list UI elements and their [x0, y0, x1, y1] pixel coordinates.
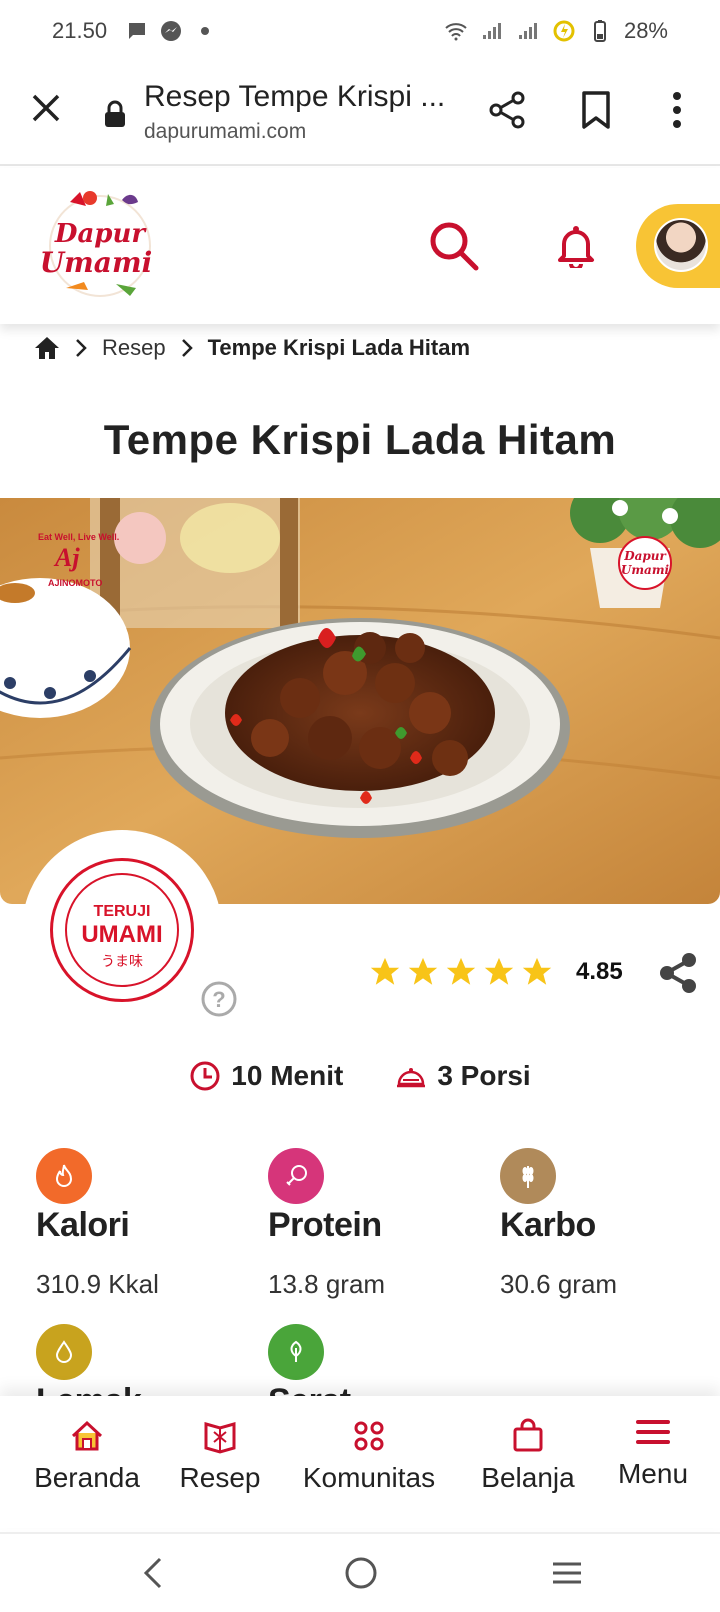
nav-label: Komunitas [302, 1462, 436, 1493]
system-navigation-bar [0, 1532, 720, 1612]
nav-label: Menu [617, 1458, 689, 1489]
chevron-right-icon [76, 339, 87, 357]
badge-top-text: TERUJI [93, 903, 151, 920]
star-rating[interactable] [368, 955, 554, 989]
home-circle-icon[interactable] [344, 1556, 378, 1590]
portions-text: 3 Porsi [437, 1060, 531, 1091]
back-icon[interactable] [140, 1556, 168, 1590]
breadcrumb: Resep Tempe Krispi Lada Hitam [34, 330, 470, 366]
more-vert-icon[interactable] [670, 90, 684, 130]
home-icon[interactable] [34, 336, 60, 360]
messenger-icon [161, 21, 182, 41]
avatar [654, 218, 708, 272]
status-bar: 21.50 28% [0, 0, 720, 62]
nav-label: Resep [179, 1462, 261, 1493]
battery-icon [593, 20, 606, 42]
badge-main-text: UMAMI [81, 921, 163, 948]
battery-percent: 28% [623, 18, 668, 43]
nav-shop[interactable]: Belanja [476, 1418, 580, 1494]
ajinomoto-logo-mark: Aj [53, 543, 80, 572]
lock-icon[interactable] [104, 100, 126, 128]
cook-time-text: 10 Menit [231, 1060, 344, 1091]
bookmark-icon[interactable] [580, 90, 612, 130]
drumstick-icon [268, 1148, 324, 1204]
help-icon[interactable]: ? [200, 980, 238, 1018]
star-icon [446, 957, 476, 985]
nutrition-protein: Protein 13.8 gram [268, 1148, 468, 1300]
data-saver-icon [553, 20, 575, 42]
home-icon [71, 1420, 103, 1451]
nav-label: Belanja [481, 1462, 575, 1493]
signal-icon [482, 23, 501, 39]
page-title: Tempe Krispi Lada Hitam [103, 416, 617, 463]
cloche-icon [397, 1068, 426, 1088]
hamburger-menu-icon [636, 1420, 670, 1444]
rating-value: 4.85 [576, 958, 623, 985]
share-icon[interactable] [658, 952, 698, 994]
badge-sub-text: うま味 [101, 953, 143, 969]
nutrition-name: Kalori [36, 1206, 130, 1244]
bottom-navigation: Beranda Resep Komunitas Belanja Menu [0, 1396, 720, 1528]
recent-apps-icon[interactable] [550, 1556, 584, 1590]
nav-menu[interactable]: Menu [610, 1414, 696, 1490]
profile-button[interactable] [636, 204, 720, 288]
notification-icons [125, 19, 217, 43]
pot-logo-dapur: Dapur [623, 549, 667, 563]
svg-text:?: ? [212, 987, 225, 1012]
dapur-umami-logo[interactable]: Dapur Umami [36, 184, 164, 304]
nutrition-name: Protein [268, 1206, 382, 1244]
wifi-icon [445, 23, 467, 41]
wheat-icon [500, 1148, 556, 1204]
nutrition-value: 30.6 gram [500, 1269, 618, 1299]
nav-home[interactable]: Beranda [32, 1418, 142, 1494]
breadcrumb-current: Tempe Krispi Lada Hitam [207, 335, 471, 360]
search-icon[interactable] [428, 220, 480, 272]
shopping-bag-icon [513, 1418, 543, 1452]
recipe-meta: 10 Menit 3 Porsi [0, 1060, 720, 1092]
site-header: Dapur Umami [0, 168, 720, 324]
star-icon [370, 957, 400, 985]
page-info[interactable]: Resep Tempe Krispi ... dapurumami.com [144, 80, 445, 144]
status-time: 21.50 [52, 18, 108, 43]
browser-toolbar: Resep Tempe Krispi ... dapurumami.com [0, 62, 720, 166]
nav-community[interactable]: Komunitas [296, 1418, 442, 1494]
pot-logo-umami: Umami [621, 563, 670, 577]
star-icon [522, 957, 552, 985]
nav-label: Beranda [34, 1462, 140, 1493]
teruji-umami-badge: TERUJI UMAMI うま味 [22, 830, 222, 1030]
nutrition-value: 13.8 gram [268, 1269, 386, 1299]
browser-url: dapurumami.com [144, 120, 307, 143]
leaf-icon [268, 1324, 324, 1380]
close-icon[interactable] [28, 90, 64, 126]
recipe-book-icon [204, 1422, 236, 1454]
logo-text-dapur: Dapur [54, 219, 147, 249]
cook-time: 10 Menit [189, 1060, 343, 1092]
share-icon[interactable] [488, 90, 528, 130]
nutrition-value: 310.9 Kkal [36, 1269, 159, 1299]
rating-row: 4.85 [368, 950, 623, 994]
flame-icon [36, 1148, 92, 1204]
chat-icon [129, 23, 146, 39]
portions: 3 Porsi [395, 1060, 531, 1092]
bell-icon[interactable] [556, 224, 596, 268]
clock-icon [190, 1061, 220, 1091]
nutrition-name: Karbo [500, 1206, 596, 1244]
nav-recipe[interactable]: Resep [178, 1418, 262, 1494]
star-icon [408, 957, 438, 985]
browser-page-title: Resep Tempe Krispi ... [144, 80, 446, 113]
community-icon [354, 1421, 384, 1451]
logo-text-umami: Umami [40, 246, 152, 279]
star-icon [484, 957, 514, 985]
dot-icon [201, 27, 210, 35]
nutrition-calories: Kalori 310.9 Kkal [36, 1148, 236, 1300]
hero-tagline: Eat Well, Live Well. [38, 532, 119, 542]
breadcrumb-recipes[interactable]: Resep [102, 335, 166, 361]
signal-icon [518, 23, 537, 39]
chevron-right-icon [181, 339, 193, 357]
nutrition-carbs: Karbo 30.6 gram [500, 1148, 700, 1300]
hero-brand: AJINOMOTO [48, 578, 102, 588]
drop-icon [36, 1324, 92, 1380]
